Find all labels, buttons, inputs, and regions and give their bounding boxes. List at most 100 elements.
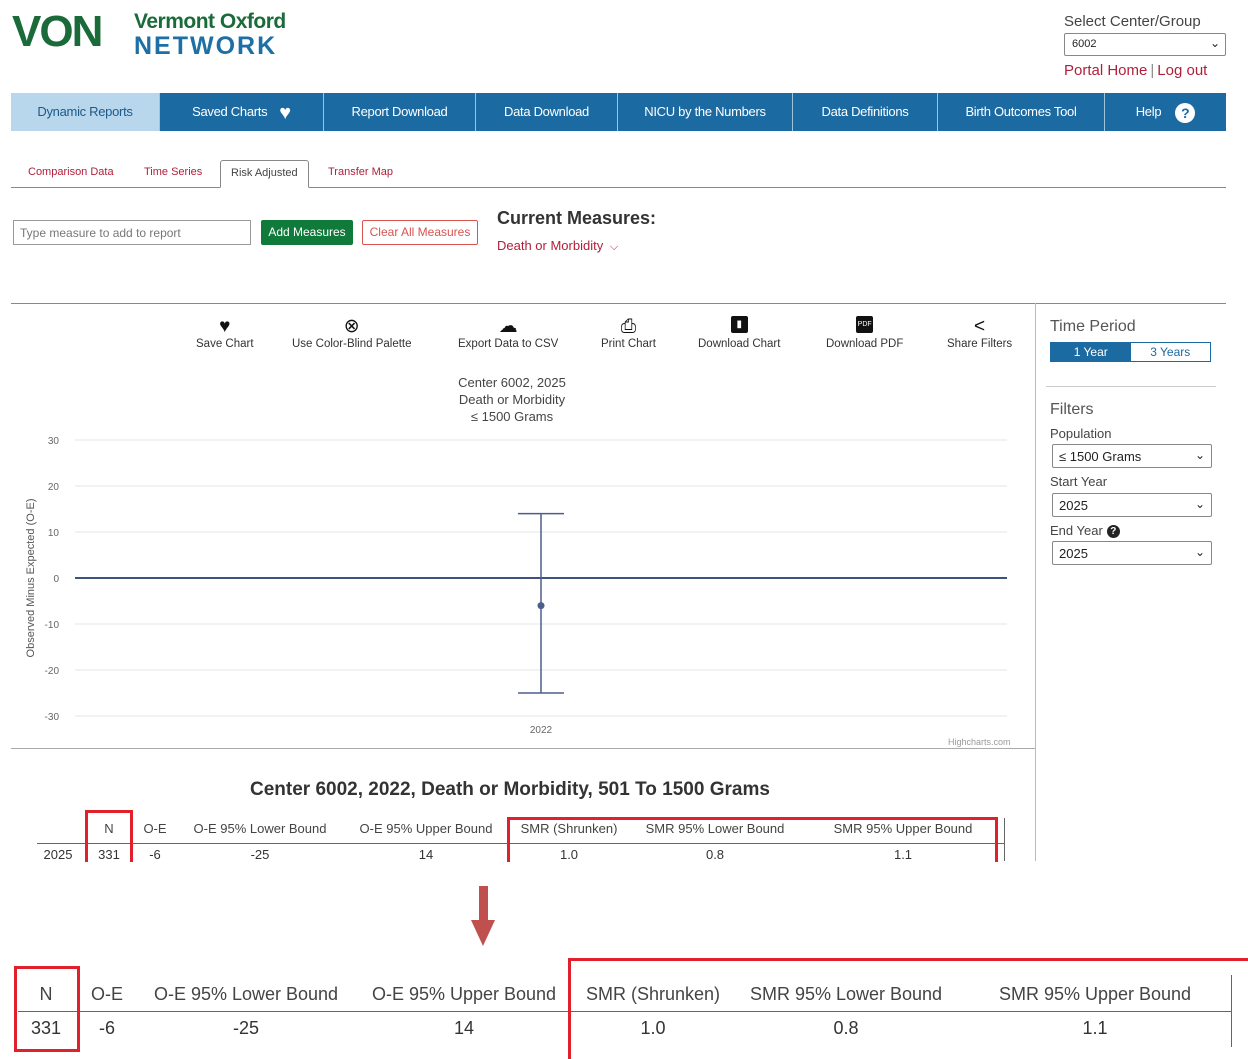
y-tick-label: 0 — [53, 574, 59, 585]
clear-measures-button[interactable]: Clear All Measures — [362, 220, 478, 245]
logout-link[interactable]: Log out — [1157, 62, 1207, 79]
cell-oe-upper: 14 — [418, 847, 434, 862]
chart-title-line2: Death or Morbidity — [458, 392, 566, 407]
printer-icon: ⎙ — [620, 316, 637, 337]
time-period-title: Time Period — [1050, 318, 1136, 335]
risk-adjusted-chart: 30 20 10 0 -10 -20 -30 Observed Minus Expected … — [25, 436, 1007, 736]
export-csv-button[interactable]: ☁ Export Data to CSV — [458, 316, 558, 350]
tab-comparison-data[interactable]: Comparison Data — [18, 160, 124, 188]
von-logo[interactable]: VON Vermont Oxford NETWORK — [12, 7, 312, 61]
zoom-cell-oe: -6 — [98, 1018, 116, 1038]
down-arrow-icon — [471, 920, 495, 946]
cell-oe: -6 — [149, 847, 161, 862]
portal-links: Portal Home | Log out — [1064, 62, 1208, 79]
down-arrow-shaft — [479, 886, 488, 922]
y-axis-label: Observed Minus Expected (O-E) — [25, 499, 37, 658]
highlight-box-smr — [507, 817, 998, 862]
download-pdf-button[interactable]: PDF Download PDF — [826, 316, 903, 350]
logo-mark: VON — [12, 7, 103, 56]
nav-saved-charts[interactable]: Saved Charts ♥ — [160, 93, 324, 131]
tab-time-series[interactable]: Time Series — [134, 160, 212, 188]
period-3-years-button[interactable]: 3 Years — [1131, 343, 1211, 361]
report-tabs: Comparison Data Time Series Risk Adjuste… — [11, 160, 1226, 188]
portal-home-link[interactable]: Portal Home — [1064, 62, 1147, 79]
chart-title-line3: ≤ 1500 Grams — [470, 409, 554, 424]
help-icon: ? — [1175, 102, 1196, 123]
y-tick-label: -10 — [45, 620, 60, 631]
logo-line1: Vermont Oxford — [134, 10, 286, 33]
y-tick-label: -30 — [45, 712, 60, 723]
help-icon[interactable]: ? — [1106, 525, 1120, 539]
y-tick-label: -20 — [45, 666, 60, 677]
export-csv-label: Export Data to CSV — [458, 338, 559, 350]
time-period-toggle: 1 Year 3 Years — [1050, 342, 1211, 362]
nav-dynamic-reports[interactable]: Dynamic Reports — [11, 93, 160, 131]
chart-title: Center 6002, 2025 Death or Morbidity ≤ 1… — [412, 374, 612, 425]
zoom-col-header-oe-lower: O-E 95% Lower Bound — [153, 984, 339, 1004]
sidebar-divider — [1046, 386, 1216, 387]
measure-search-input[interactable]: Type measure to add to report — [13, 220, 251, 245]
start-year-select[interactable]: 2025 ⌄ — [1052, 493, 1212, 517]
highlight-box-n — [85, 810, 133, 862]
share-icon: < — [974, 316, 986, 337]
nav-birth-outcomes[interactable]: Birth Outcomes Tool — [938, 93, 1105, 131]
nav-help[interactable]: Help? — [1105, 93, 1226, 131]
tab-risk-adjusted[interactable]: Risk Adjusted — [220, 160, 309, 188]
row-label-year: 2025 — [43, 847, 73, 862]
zoom-cell-oe-lower: -25 — [232, 1018, 260, 1038]
center-select-label: Select Center/Group — [1064, 13, 1201, 30]
current-measure-dropdown[interactable]: Death or Morbidity ⌵ — [497, 238, 618, 254]
zoom-highlight-box-smr — [568, 958, 1248, 1059]
period-1-year-button[interactable]: 1 Year — [1051, 343, 1131, 361]
col-header-oe-upper: O-E 95% Upper Bound — [359, 821, 493, 836]
save-chart-button[interactable]: ♥ Save Chart — [196, 316, 254, 350]
table-title: Center 6002, 2022, Death or Morbidity, 5… — [250, 779, 770, 800]
tab-transfer-map[interactable]: Transfer Map — [318, 160, 403, 188]
pdf-icon: PDF — [856, 316, 874, 333]
current-measures-title: Current Measures: — [497, 208, 657, 228]
nav-data-download[interactable]: Data Download — [476, 93, 618, 131]
color-blind-palette-button[interactable]: ⊗ Use Color-Blind Palette — [292, 316, 412, 350]
zoom-col-header-oe: O-E — [90, 984, 124, 1004]
save-chart-label: Save Chart — [196, 338, 254, 350]
heart-icon: ♥ — [279, 101, 291, 124]
start-year-value: 2025 — [1059, 498, 1088, 513]
chart-panel-bottom-border — [11, 748, 1035, 749]
share-filters-button[interactable]: < Share Filters — [947, 316, 1012, 350]
y-tick-label: 20 — [48, 482, 60, 493]
center-select[interactable]: 6002 ⌄ — [1064, 33, 1226, 56]
cell-oe-lower: -25 — [250, 847, 270, 862]
bar-chart-icon: ▮ — [730, 316, 748, 333]
y-tick-label: 10 — [48, 528, 60, 539]
nav-nicu-numbers[interactable]: NICU by the Numbers — [618, 93, 793, 131]
logo-line2: NETWORK — [134, 32, 278, 60]
nav-data-definitions[interactable]: Data Definitions — [793, 93, 938, 131]
filters-title: Filters — [1050, 401, 1094, 418]
download-chart-button[interactable]: ▮ Download Chart — [698, 316, 780, 350]
add-measures-button[interactable]: Add Measures — [261, 220, 353, 245]
end-year-value: 2025 — [1059, 546, 1088, 561]
zoom-col-header-oe-upper: O-E 95% Upper Bound — [371, 984, 557, 1004]
population-label: Population — [1050, 426, 1112, 441]
zoom-cell-oe-upper: 14 — [453, 1018, 475, 1038]
print-chart-label: Print Chart — [601, 338, 656, 350]
download-pdf-label: Download PDF — [826, 338, 904, 350]
x-tick-label: 2022 — [530, 725, 553, 736]
heart-icon: ♥ — [219, 316, 231, 337]
population-select[interactable]: ≤ 1500 Grams ⌄ — [1052, 444, 1212, 468]
chevron-down-icon: ⌵ — [609, 241, 619, 253]
table-right-rule — [1004, 818, 1005, 861]
end-year-select[interactable]: 2025 ⌄ — [1052, 541, 1212, 565]
current-measure-label: Death or Morbidity — [497, 238, 604, 253]
start-year-label: Start Year — [1050, 474, 1108, 489]
color-blind-label: Use Color-Blind Palette — [292, 338, 412, 350]
share-filters-label: Share Filters — [947, 338, 1013, 350]
data-point — [537, 602, 545, 610]
chevron-down-icon: ⌄ — [1194, 497, 1205, 511]
end-year-label: End Year? — [1050, 523, 1120, 539]
y-tick-label: 30 — [48, 436, 60, 447]
nav-report-download[interactable]: Report Download — [324, 93, 476, 131]
cloud-download-icon: ☁ — [498, 316, 518, 337]
print-chart-button[interactable]: ⎙ Print Chart — [601, 316, 656, 350]
highcharts-credit[interactable]: Highcharts.com — [948, 737, 1011, 747]
